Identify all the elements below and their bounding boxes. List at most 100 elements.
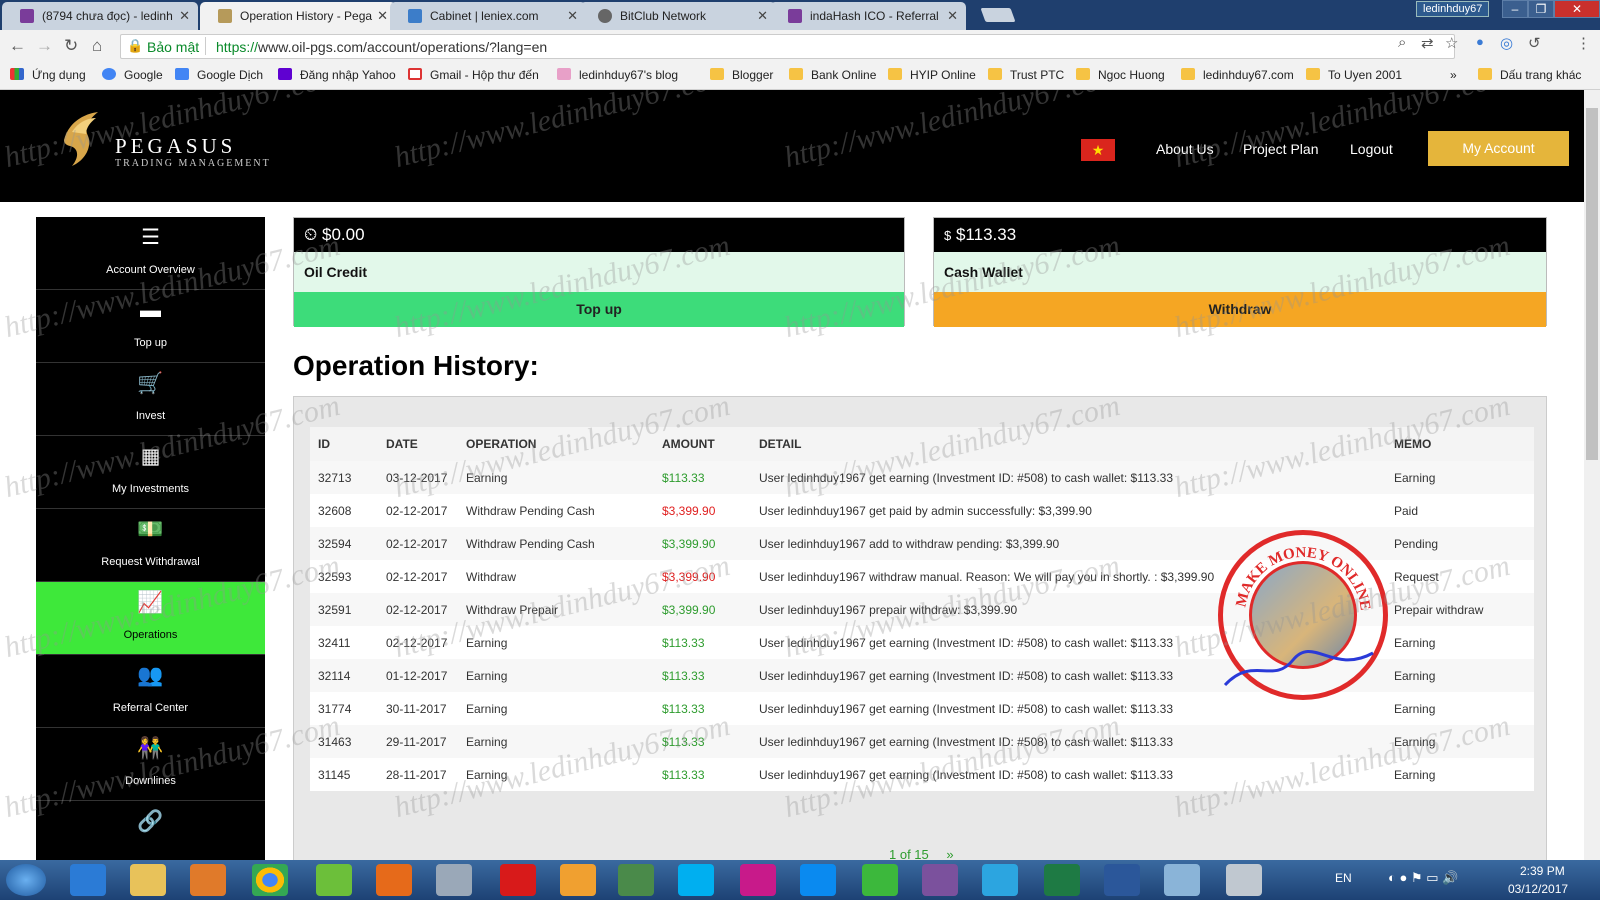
app-icon[interactable] (560, 864, 596, 896)
flower-app-icon[interactable] (862, 864, 898, 896)
chrome-icon[interactable] (252, 864, 288, 896)
page-scrollbar[interactable] (1584, 90, 1600, 860)
clock-date[interactable]: 03/12/2017 (1508, 882, 1568, 896)
cell-memo: Paid (1386, 494, 1534, 527)
extension-icon[interactable]: ● (1476, 34, 1484, 49)
top-up-button[interactable]: Top up (294, 292, 904, 327)
tab-bitclub[interactable]: BitClub Network ✕ (580, 2, 776, 30)
bookmark-google[interactable]: Google (102, 68, 163, 82)
clock-time[interactable]: 2:39 PM (1520, 864, 1565, 878)
word-icon[interactable] (1104, 864, 1140, 896)
recycle-icon[interactable] (618, 864, 654, 896)
calculator-icon[interactable] (1226, 864, 1262, 896)
sidebar-item-my-investments[interactable]: ▦ My Investments (36, 436, 265, 509)
sidebar-item-invest[interactable]: 🛒 Invest (36, 363, 265, 436)
zoom-icon[interactable]: ⌕ (1398, 34, 1406, 51)
nav-project-plan[interactable]: Project Plan (1243, 141, 1318, 157)
telegram-icon[interactable] (982, 864, 1018, 896)
cell-amount: $113.33 (654, 758, 751, 791)
cash-wallet-label: Cash Wallet (934, 252, 1546, 292)
coccoc-icon[interactable] (316, 864, 352, 896)
language-indicator[interactable]: EN (1335, 871, 1352, 885)
bookmarks-overflow[interactable]: » (1450, 68, 1457, 82)
app-window-icon[interactable] (1164, 864, 1200, 896)
bookmark-ledinhduy67[interactable]: ledinhduy67.com (1181, 68, 1294, 82)
bookmark-bank-online[interactable]: Bank Online (789, 68, 876, 82)
clock-icon: ⏲ (304, 225, 318, 244)
firefox-icon[interactable] (376, 864, 412, 896)
sidebar-item-label: My Investments (111, 483, 190, 495)
tab-indahash[interactable]: indaHash ICO - Referral ✕ (770, 2, 966, 30)
bookmark-google-dich[interactable]: Google Dịch (175, 68, 263, 82)
wallet-app-icon[interactable] (740, 864, 776, 896)
my-account-button[interactable]: My Account (1428, 131, 1569, 166)
close-icon[interactable]: ✕ (947, 8, 958, 24)
withdraw-button[interactable]: Withdraw (934, 292, 1546, 327)
bookmark-to-uyen[interactable]: To Uyen 2001 (1306, 68, 1402, 82)
scrollbar-thumb[interactable] (1586, 108, 1598, 460)
next-page-link[interactable]: » (946, 847, 953, 860)
tab-operation-history[interactable]: Operation History - Pega ✕ (200, 2, 396, 30)
url-text[interactable]: https://www.oil-pgs.com/account/operatio… (216, 39, 547, 55)
bookmark-hyip-online[interactable]: HYIP Online (888, 68, 976, 82)
chrome-canary-icon[interactable] (436, 864, 472, 896)
pegasus-logo-icon[interactable] (58, 110, 104, 168)
close-icon[interactable]: ✕ (757, 8, 768, 24)
viber-icon[interactable] (922, 864, 958, 896)
new-tab-button[interactable] (980, 8, 1016, 22)
close-icon[interactable]: ✕ (179, 8, 190, 24)
nav-logout[interactable]: Logout (1350, 141, 1393, 157)
history-icon[interactable]: ↺ (1528, 34, 1541, 52)
bookmark-trust-ptc[interactable]: Trust PTC (988, 68, 1064, 82)
sidebar-item-downlines[interactable]: 👫 Downlines (36, 728, 265, 801)
star-icon[interactable]: ☆ (1445, 34, 1458, 52)
folder-icon (1478, 68, 1492, 80)
bookmark-apps[interactable]: Ứng dụng (10, 68, 86, 82)
profile-button[interactable]: ledinhduy67 (1416, 1, 1490, 17)
opera-icon[interactable] (500, 864, 536, 896)
bookmark-blogger[interactable]: Blogger (710, 68, 773, 82)
cell-operation: Earning (458, 659, 654, 692)
pagination: 1 of 15 » (889, 847, 954, 860)
bookmark-ngoc-huong[interactable]: Ngoc Huong (1076, 68, 1165, 82)
vietnam-flag-icon[interactable]: ★ (1081, 139, 1115, 161)
internet-explorer-icon[interactable] (70, 864, 106, 896)
bookmark-yahoo[interactable]: Đăng nhập Yahoo (278, 68, 396, 82)
bookmark-other[interactable]: Dấu trang khác (1478, 68, 1581, 82)
sidebar-item-operations[interactable]: 📈 Operations (36, 582, 265, 655)
sync-icon[interactable]: ◎ (1500, 34, 1513, 52)
tab-cabinet[interactable]: Cabinet | leniex.com ✕ (390, 2, 586, 30)
cell-id: 31463 (310, 725, 378, 758)
skype-icon[interactable] (678, 864, 714, 896)
translate-icon[interactable]: ⇄ (1421, 34, 1434, 52)
bookmark-label: ledinhduy67's blog (579, 68, 679, 82)
sidebar-item-referral-center[interactable]: 👥 Referral Center (36, 655, 265, 728)
bookmark-blog[interactable]: ledinhduy67's blog (557, 68, 678, 82)
nav-about-us[interactable]: About Us (1156, 141, 1214, 157)
money-icon: 💵 (137, 518, 164, 541)
tab-gmail[interactable]: (8794 chưa đọc) - ledinh ✕ (2, 2, 198, 30)
forward-icon[interactable]: → (36, 36, 53, 56)
sidebar-item-link[interactable]: 🔗 (36, 801, 265, 860)
address-bar[interactable]: 🔒 Bảo mật https://www.oil-pgs.com/accoun… (120, 34, 1455, 59)
bookmark-gmail[interactable]: Gmail - Hộp thư đến (408, 68, 539, 82)
file-explorer-icon[interactable] (130, 864, 166, 896)
menu-dots-icon[interactable]: ⋮ (1576, 34, 1591, 52)
reload-icon[interactable]: ↻ (64, 36, 78, 56)
media-player-icon[interactable] (190, 864, 226, 896)
close-window-button[interactable]: ✕ (1554, 0, 1600, 18)
back-icon[interactable]: ← (9, 36, 26, 56)
close-icon[interactable]: ✕ (377, 8, 388, 24)
sidebar-item-top-up[interactable]: ▬ Top up (36, 290, 265, 363)
zalo-icon[interactable] (800, 864, 836, 896)
start-button-icon[interactable] (6, 864, 46, 896)
home-icon[interactable]: ⌂ (92, 36, 102, 56)
sidebar-item-request-withdrawal[interactable]: 💵 Request Withdrawal (36, 509, 265, 582)
excel-icon[interactable] (1044, 864, 1080, 896)
minimize-button[interactable]: – (1502, 0, 1528, 18)
tray-icons[interactable]: ◐ ● ⚑ ▭ 🔊 (1388, 870, 1458, 886)
sidebar-item-account-overview[interactable]: ☰ Account Overview (36, 217, 265, 290)
sidebar-item-label: Request Withdrawal (101, 556, 200, 568)
close-icon[interactable]: ✕ (567, 8, 578, 24)
maximize-button[interactable]: ❐ (1528, 0, 1554, 18)
